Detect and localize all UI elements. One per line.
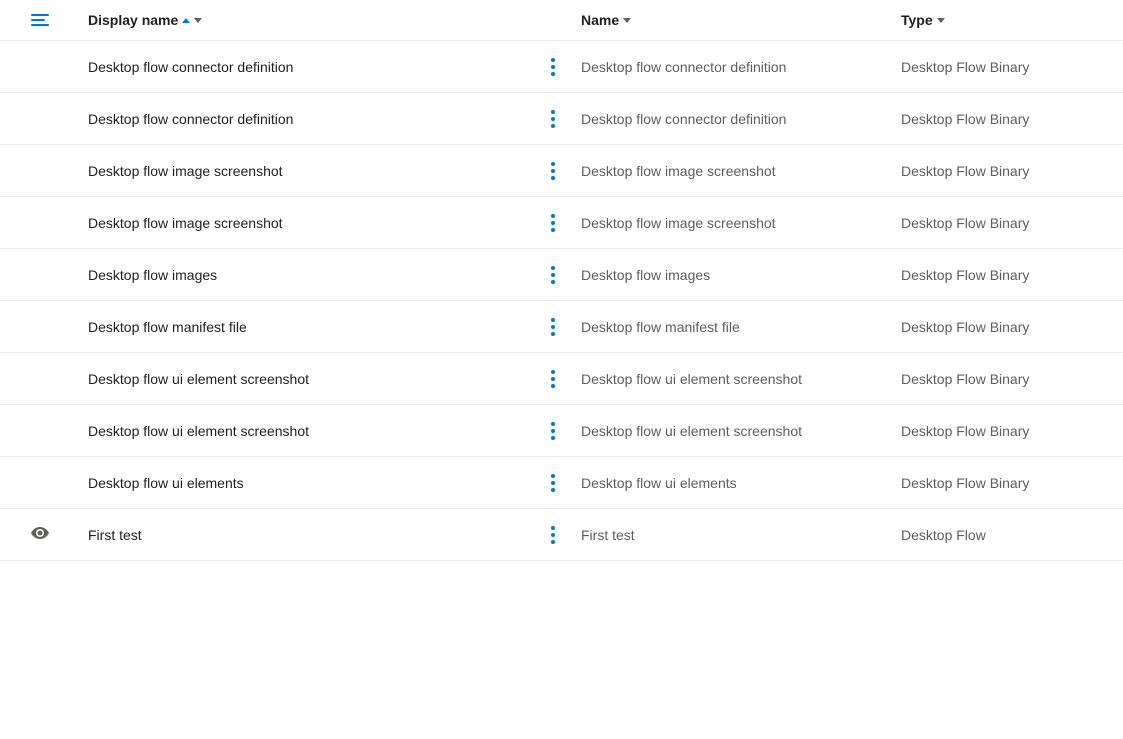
more-dots-icon[interactable]: [547, 106, 559, 132]
row-name: Desktop flow image screenshot: [573, 215, 893, 231]
row-name: Desktop flow connector definition: [573, 59, 893, 75]
name-sort-icon: [623, 18, 631, 23]
table-row[interactable]: Desktop flow manifest file Desktop flow …: [0, 301, 1123, 353]
table-row[interactable]: Desktop flow image screenshot Desktop fl…: [0, 197, 1123, 249]
row-type: Desktop Flow Binary: [893, 59, 1123, 75]
row-display-name: Desktop flow connector definition: [80, 59, 533, 75]
table-row[interactable]: Desktop flow image screenshot Desktop fl…: [0, 145, 1123, 197]
sort-asc-icon: [182, 18, 190, 23]
row-type: Desktop Flow Binary: [893, 267, 1123, 283]
row-more-button[interactable]: [533, 470, 573, 496]
more-dots-icon[interactable]: [547, 470, 559, 496]
row-type: Desktop Flow Binary: [893, 423, 1123, 439]
row-more-button[interactable]: [533, 210, 573, 236]
more-dots-icon[interactable]: [547, 418, 559, 444]
row-more-button[interactable]: [533, 158, 573, 184]
table-row[interactable]: First test First testDesktop Flow: [0, 509, 1123, 561]
more-dots-icon[interactable]: [547, 54, 559, 80]
table-row[interactable]: Desktop flow ui elements Desktop flow ui…: [0, 457, 1123, 509]
table-row[interactable]: Desktop flow images Desktop flow imagesD…: [0, 249, 1123, 301]
list-view-icon: [31, 14, 49, 26]
row-name: First test: [573, 527, 893, 543]
row-name: Desktop flow ui element screenshot: [573, 371, 893, 387]
row-display-name: Desktop flow manifest file: [80, 319, 533, 335]
table-row[interactable]: Desktop flow ui element screenshot Deskt…: [0, 405, 1123, 457]
table-row[interactable]: Desktop flow connector definition Deskto…: [0, 93, 1123, 145]
table-row[interactable]: Desktop flow ui element screenshot Deskt…: [0, 353, 1123, 405]
row-more-button[interactable]: [533, 366, 573, 392]
more-dots-icon[interactable]: [547, 522, 559, 548]
row-display-name: Desktop flow image screenshot: [80, 163, 533, 179]
row-display-name: Desktop flow connector definition: [80, 111, 533, 127]
name-header[interactable]: Name: [573, 12, 893, 28]
row-more-button[interactable]: [533, 314, 573, 340]
row-icon-col: [0, 526, 80, 544]
row-more-button[interactable]: [533, 106, 573, 132]
type-header[interactable]: Type: [893, 12, 1123, 28]
row-name: Desktop flow connector definition: [573, 111, 893, 127]
table-body: Desktop flow connector definition Deskto…: [0, 41, 1123, 561]
row-type: Desktop Flow Binary: [893, 163, 1123, 179]
more-dots-icon[interactable]: [547, 210, 559, 236]
row-name: Desktop flow manifest file: [573, 319, 893, 335]
row-name: Desktop flow ui elements: [573, 475, 893, 491]
row-name: Desktop flow ui element screenshot: [573, 423, 893, 439]
row-display-name: Desktop flow ui element screenshot: [80, 371, 533, 387]
row-type: Desktop Flow Binary: [893, 111, 1123, 127]
table-header: Display name Name Type: [0, 0, 1123, 41]
row-type: Desktop Flow Binary: [893, 475, 1123, 491]
more-dots-icon[interactable]: [547, 262, 559, 288]
row-more-button[interactable]: [533, 522, 573, 548]
table-row[interactable]: Desktop flow connector definition Deskto…: [0, 41, 1123, 93]
row-name: Desktop flow image screenshot: [573, 163, 893, 179]
row-type: Desktop Flow Binary: [893, 215, 1123, 231]
row-display-name: Desktop flow ui element screenshot: [80, 423, 533, 439]
row-name: Desktop flow images: [573, 267, 893, 283]
more-dots-icon[interactable]: [547, 158, 559, 184]
name-header-label: Name: [581, 12, 619, 28]
row-display-name: Desktop flow images: [80, 267, 533, 283]
row-display-name: Desktop flow image screenshot: [80, 215, 533, 231]
display-name-header-label: Display name: [88, 12, 178, 28]
row-more-button[interactable]: [533, 54, 573, 80]
row-type: Desktop Flow Binary: [893, 319, 1123, 335]
row-type: Desktop Flow Binary: [893, 371, 1123, 387]
row-more-button[interactable]: [533, 262, 573, 288]
data-table: Display name Name Type Desktop flow conn…: [0, 0, 1123, 561]
more-dots-icon[interactable]: [547, 314, 559, 340]
row-display-name: Desktop flow ui elements: [80, 475, 533, 491]
type-sort-icon: [937, 18, 945, 23]
row-display-name: First test: [80, 527, 533, 543]
sort-desc-icon: [194, 18, 202, 23]
more-dots-icon[interactable]: [547, 366, 559, 392]
row-type: Desktop Flow: [893, 527, 1123, 543]
display-name-header[interactable]: Display name: [80, 12, 533, 28]
eye-icon: [31, 526, 49, 544]
type-header-label: Type: [901, 12, 933, 28]
row-more-button[interactable]: [533, 418, 573, 444]
header-icon-col: [0, 14, 80, 26]
